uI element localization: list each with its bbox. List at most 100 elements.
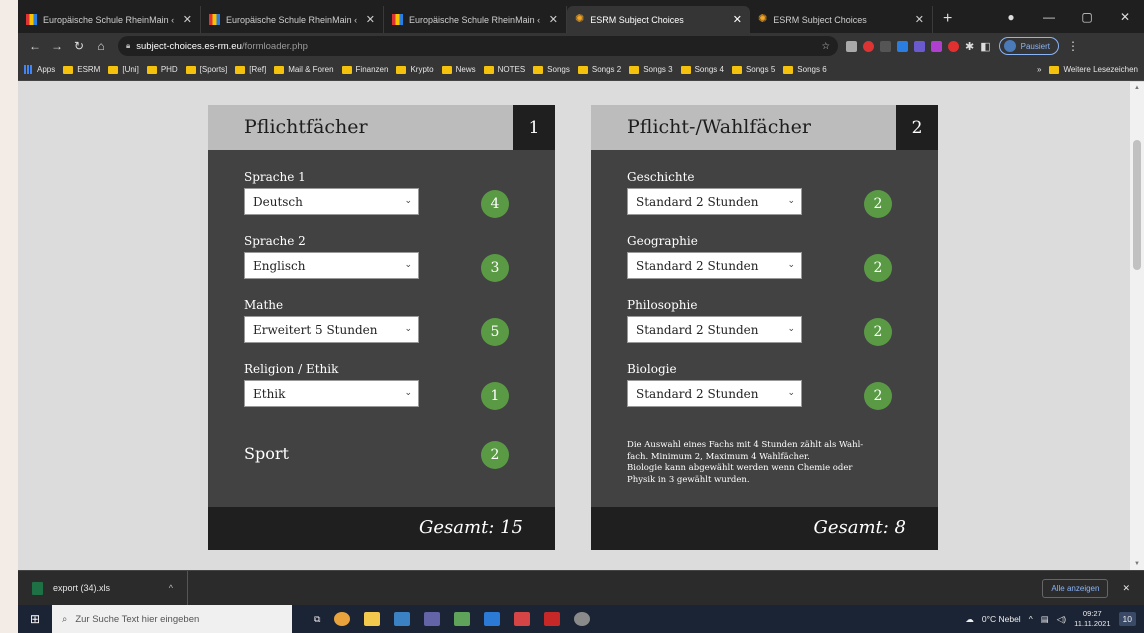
- download-item[interactable]: export (34).xls ^: [18, 570, 188, 606]
- bookmark-apps[interactable]: Apps: [24, 65, 55, 74]
- more-bookmarks-button[interactable]: »: [1037, 65, 1041, 74]
- other-bookmarks[interactable]: Weitere Lesezeichen: [1049, 65, 1138, 74]
- bookmark-folder[interactable]: Songs 6: [783, 65, 827, 74]
- bookmark-folder[interactable]: [Uni]: [108, 65, 139, 74]
- select-value: Standard 2 Stunden: [636, 386, 759, 401]
- teams-icon[interactable]: [424, 612, 441, 626]
- biologie-select[interactable]: Standard 2 Stunden ⌄: [627, 380, 802, 407]
- weather-text[interactable]: 0°C Nebel: [982, 614, 1021, 624]
- note-line: Physik in 3 gewählt wurden.: [627, 474, 750, 485]
- browser-tab[interactable]: ✺ ESRM Subject Choices ✕: [750, 6, 933, 33]
- religion-ethik-select[interactable]: Ethik ⌄: [244, 380, 419, 407]
- select-value: Deutsch: [253, 194, 303, 209]
- outlook-icon[interactable]: [394, 612, 411, 626]
- extension-icon[interactable]: [880, 40, 891, 52]
- browser-tab-active[interactable]: ✺ ESRM Subject Choices ✕: [567, 6, 750, 33]
- file-explorer-icon[interactable]: [364, 612, 381, 626]
- sprache-1-select[interactable]: Deutsch ⌄: [244, 188, 419, 215]
- task-view-icon[interactable]: ⧉: [314, 614, 320, 625]
- mathe-select[interactable]: Erweitert 5 Stunden ⌄: [244, 316, 419, 343]
- note-line: Biologie kann abgewählt werden wenn Chem…: [627, 463, 853, 473]
- bookmark-folder[interactable]: PHD: [146, 65, 178, 74]
- app-icon[interactable]: [514, 612, 531, 626]
- bookmark-folder[interactable]: Songs 4: [680, 65, 724, 74]
- bookmark-folder[interactable]: Finanzen: [341, 65, 388, 74]
- browser-tab[interactable]: Europäische Schule RheinMain ‹ ✕: [384, 6, 567, 33]
- extension-icon[interactable]: [897, 40, 908, 52]
- card-pflichtfaecher: Pflichtfächer 1 Sprache 1 Deutsch ⌄ 4 Spr…: [208, 105, 555, 550]
- home-button[interactable]: ⌂: [90, 39, 112, 53]
- close-window-button[interactable]: ✕: [1106, 10, 1144, 24]
- extension-icon[interactable]: [846, 40, 857, 52]
- scrollbar-thumb[interactable]: [1133, 140, 1141, 270]
- scroll-up-arrow-icon[interactable]: ▲: [1130, 82, 1144, 94]
- scroll-down-arrow-icon[interactable]: ▼: [1130, 558, 1144, 570]
- page-scrollbar[interactable]: ▲ ▼: [1130, 82, 1144, 570]
- reading-list-icon[interactable]: ◧: [980, 40, 990, 53]
- note-line: fach. Minimum 2, Maximum 4 Wahlfächer.: [627, 451, 810, 462]
- bookmark-label: [Uni]: [122, 65, 139, 74]
- bookmark-folder[interactable]: Mail & Foren: [274, 65, 334, 74]
- extension-icon[interactable]: [948, 40, 959, 52]
- bookmark-folder[interactable]: [Sports]: [185, 65, 227, 74]
- close-icon[interactable]: ✕: [915, 13, 924, 26]
- extension-icon[interactable]: [914, 40, 925, 52]
- taskbar-search[interactable]: ⌕ Zur Suche Text hier eingeben: [52, 605, 292, 633]
- bookmark-folder[interactable]: Songs: [533, 65, 570, 74]
- app-icon[interactable]: [454, 612, 471, 626]
- bookmark-folder[interactable]: Songs 2: [577, 65, 621, 74]
- bookmark-folder[interactable]: Krypto: [396, 65, 434, 74]
- show-all-button[interactable]: Alle anzeigen: [1042, 578, 1109, 598]
- close-icon[interactable]: ✕: [733, 13, 742, 26]
- close-icon[interactable]: ✕: [366, 13, 375, 26]
- sprache-2-select[interactable]: Englisch ⌄: [244, 252, 419, 279]
- bookmark-folder[interactable]: Songs 3: [629, 65, 673, 74]
- philosophie-select[interactable]: Standard 2 Stunden ⌄: [627, 316, 802, 343]
- chrome-icon[interactable]: [334, 612, 351, 626]
- app-icon[interactable]: [574, 612, 591, 626]
- hours-badge: 2: [864, 190, 892, 218]
- bookmark-folder[interactable]: [Ref]: [235, 65, 266, 74]
- chevron-up-icon[interactable]: ^: [169, 583, 173, 593]
- bookmark-folder[interactable]: NOTES: [483, 65, 525, 74]
- bookmark-star-icon[interactable]: ☆: [821, 41, 830, 52]
- browser-tab[interactable]: Europäische Schule RheinMain ‹ ✕: [18, 6, 201, 33]
- windows-start-icon[interactable]: ⊞: [18, 612, 52, 626]
- field-label: Religion / Ethik: [244, 362, 339, 376]
- volume-icon[interactable]: ◁): [1057, 614, 1066, 625]
- maximize-button[interactable]: ▢: [1068, 10, 1106, 24]
- folder-icon: [396, 65, 407, 74]
- back-button[interactable]: ←: [24, 39, 46, 53]
- close-icon[interactable]: ✕: [183, 13, 192, 26]
- browser-tab[interactable]: Europäische Schule RheinMain ‹ ✕: [201, 6, 384, 33]
- acrobat-icon[interactable]: [544, 612, 561, 626]
- network-icon[interactable]: ▤: [1041, 614, 1049, 625]
- geschichte-select[interactable]: Standard 2 Stunden ⌄: [627, 188, 802, 215]
- profile-icon[interactable]: ●: [992, 10, 1030, 24]
- minimize-button[interactable]: —: [1030, 10, 1068, 24]
- extension-icon[interactable]: [931, 40, 942, 52]
- puzzle-icon[interactable]: ✱: [965, 40, 974, 53]
- close-icon[interactable]: ✕: [1122, 583, 1130, 594]
- close-icon[interactable]: ✕: [549, 13, 558, 26]
- new-tab-button[interactable]: +: [933, 10, 962, 33]
- bookmark-folder[interactable]: ESRM: [63, 65, 100, 74]
- clock[interactable]: 09:27 11.11.2021: [1074, 609, 1110, 629]
- tray-overflow-icon[interactable]: ^: [1029, 614, 1033, 624]
- folder-icon: [483, 65, 494, 74]
- profile-paused-button[interactable]: Pausiert: [998, 37, 1059, 55]
- weather-icon[interactable]: ☁: [965, 614, 974, 625]
- notification-center-icon[interactable]: 10: [1118, 612, 1136, 626]
- window-controls: ● — ▢ ✕: [992, 0, 1144, 33]
- geographie-select[interactable]: Standard 2 Stunden ⌄: [627, 252, 802, 279]
- app-icon[interactable]: [484, 612, 501, 626]
- forward-button[interactable]: →: [46, 39, 68, 53]
- bookmark-folder[interactable]: News: [441, 65, 476, 74]
- address-bar[interactable]: 🔒︎ subject-choices.es-rm.eu/formloader.p…: [118, 36, 838, 56]
- reload-button[interactable]: ↻: [68, 39, 90, 53]
- tab-strip: Europäische Schule RheinMain ‹ ✕ Europäis…: [18, 0, 1144, 33]
- taskbar-apps: ⧉: [314, 612, 591, 626]
- extension-icon[interactable]: [863, 40, 874, 52]
- menu-icon[interactable]: ⋮: [1067, 39, 1079, 53]
- bookmark-folder[interactable]: Songs 5: [731, 65, 775, 74]
